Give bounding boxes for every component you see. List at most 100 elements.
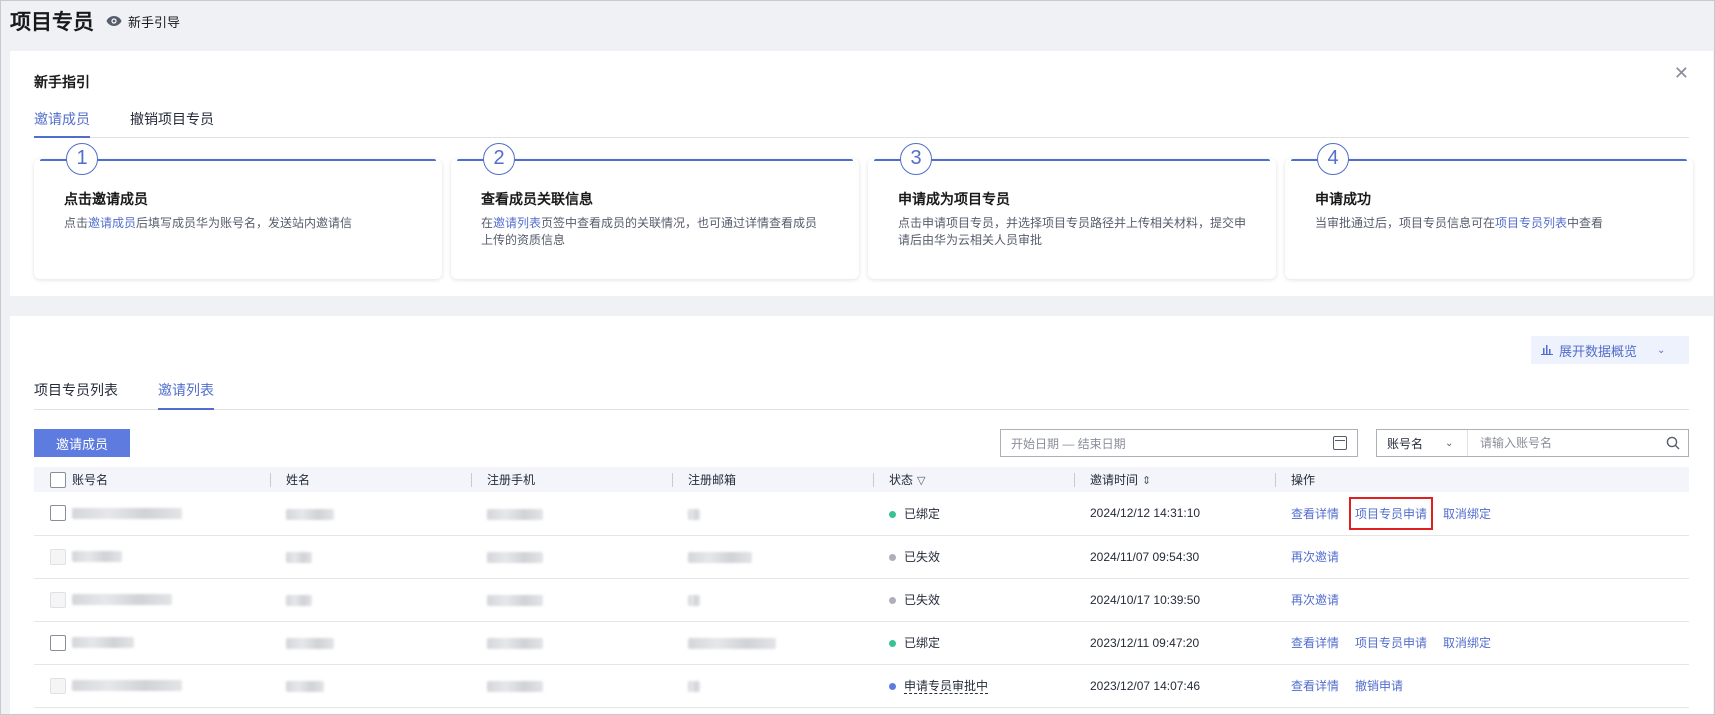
- step-title: 查看成员关联信息: [481, 191, 593, 207]
- masked-account: [72, 507, 182, 519]
- close-icon[interactable]: ✕: [1674, 63, 1689, 83]
- step-card: 2 查看成员关联信息 在邀请列表页签中查看成员的关联情况，也可通过详情查看成员上…: [451, 143, 859, 279]
- col-name: 姓名: [270, 467, 471, 492]
- step-number: 1: [66, 143, 98, 175]
- row-action-link[interactable]: 再次邀请: [1291, 591, 1339, 608]
- table-header-row: 账号名 姓名 注册手机 注册邮箱 状态 ▽ 邀请时间 ⇕ 操作: [34, 467, 1689, 492]
- step-top-line: [457, 159, 853, 161]
- page-title: 项目专员: [10, 11, 94, 34]
- status-dot: [889, 597, 896, 605]
- row-action-link[interactable]: 项目专员申请: [1355, 634, 1427, 651]
- masked-account: [72, 637, 134, 648]
- masked-account: [72, 680, 182, 691]
- sort-icon[interactable]: ⇕: [1142, 475, 1151, 487]
- cell-invite-time: 2024/10/17 10:39:50: [1090, 592, 1201, 607]
- status-dot: [889, 554, 896, 562]
- cell-invite-time: 2024/12/12 14:31:10: [1090, 506, 1201, 521]
- status-badge: 申请专员审批中: [904, 679, 989, 694]
- cell-actions: 查看详情 撤销申请: [1275, 664, 1689, 707]
- guide-link[interactable]: 新手引导: [106, 12, 180, 31]
- guide-heading: 新手指引: [34, 74, 90, 90]
- cell-name: [270, 535, 471, 578]
- guide-link-label: 新手引导: [128, 14, 181, 30]
- step-description: 在邀请列表页签中查看成员的关联情况，也可通过详情查看成员上传的资质信息: [481, 216, 818, 247]
- list-card: 展开数据概览 ⌄ 项目专员列表 邀请列表 邀请成员 开始日期 — 结束日期 账号…: [10, 316, 1713, 715]
- calendar-icon: [1333, 436, 1347, 450]
- step-top-line: [874, 159, 1270, 161]
- search-input[interactable]: [1468, 436, 1658, 450]
- step-link[interactable]: 项目专员列表: [1495, 216, 1567, 230]
- tab-specialist-list[interactable]: 项目专员列表: [34, 380, 118, 410]
- row-action-link[interactable]: 取消绑定: [1443, 505, 1491, 522]
- masked-email: [688, 637, 776, 649]
- masked-email: [688, 551, 752, 563]
- cell-email: [672, 535, 873, 578]
- masked-phone: [487, 594, 543, 606]
- cell-invite-time: 2023/12/11 09:47:20: [1090, 635, 1200, 650]
- cell-status: 已绑定: [873, 621, 1074, 664]
- masked-phone: [487, 637, 543, 649]
- step-title: 点击邀请成员: [64, 191, 148, 207]
- row-action-link[interactable]: 查看详情: [1291, 677, 1339, 694]
- masked-name: [286, 637, 334, 649]
- status-badge: 已失效: [904, 550, 941, 564]
- tab-invite-list[interactable]: 邀请列表: [158, 380, 214, 410]
- cell-phone: [471, 621, 672, 664]
- row-action-link[interactable]: 查看详情: [1291, 505, 1339, 522]
- cell-status: 已失效: [873, 578, 1074, 621]
- step-description: 当审批通过后，项目专员信息可在项目专员列表中查看: [1315, 216, 1604, 230]
- row-action-link[interactable]: 撤销申请: [1355, 677, 1403, 694]
- status-dot: [889, 683, 896, 691]
- expand-overview-button[interactable]: 展开数据概览 ⌄: [1531, 336, 1689, 364]
- masked-name: [286, 551, 312, 563]
- cell-name: [270, 492, 471, 535]
- masked-name: [286, 594, 312, 606]
- col-actions: 操作: [1275, 467, 1689, 492]
- status-dot: [889, 640, 896, 648]
- date-range-picker[interactable]: 开始日期 — 结束日期: [1000, 429, 1358, 457]
- step-number: 4: [1317, 143, 1349, 175]
- tab-invite-member[interactable]: 邀请成员: [34, 109, 90, 138]
- cell-phone: [471, 492, 672, 535]
- cell-account: [34, 578, 270, 621]
- masked-account: [72, 594, 172, 605]
- row-checkbox[interactable]: [50, 505, 66, 522]
- search-icon[interactable]: [1658, 436, 1688, 450]
- step-number: 2: [483, 143, 515, 175]
- step-link[interactable]: 邀请列表: [493, 216, 541, 230]
- status-badge: 已绑定: [904, 636, 941, 650]
- row-checkbox: [50, 677, 66, 694]
- step-card: 1 点击邀请成员 点击邀请成员后填写成员华为账号名，发送站内邀请信: [34, 143, 442, 279]
- row-action-link[interactable]: 取消绑定: [1443, 634, 1491, 651]
- step-top-line: [40, 159, 436, 161]
- step-link[interactable]: 邀请成员: [88, 216, 136, 230]
- cell-name: [270, 664, 471, 707]
- cell-phone: [471, 535, 672, 578]
- col-account: 账号名: [34, 467, 270, 492]
- status-badge: 已绑定: [904, 506, 941, 521]
- cell-account: [34, 621, 270, 664]
- invite-member-button[interactable]: 邀请成员: [34, 429, 130, 457]
- tab-revoke-specialist[interactable]: 撤销项目专员: [130, 109, 214, 138]
- cell-invite-time: 2024/11/07 09:54:30: [1090, 549, 1200, 564]
- cell-email: [672, 621, 873, 664]
- row-action-link[interactable]: 再次邀请: [1291, 548, 1339, 565]
- row-checkbox: [50, 548, 66, 565]
- guide-card: ✕ 新手指引 邀请成员 撤销项目专员 1 点击邀请成员 点击邀请成员后填写成员华…: [10, 51, 1713, 296]
- cell-phone: [471, 664, 672, 707]
- filter-icon[interactable]: ▽: [917, 475, 925, 487]
- step-title: 申请成功: [1315, 191, 1371, 207]
- search-field-select[interactable]: 账号名 ⌄: [1377, 430, 1468, 456]
- row-checkbox[interactable]: [50, 634, 66, 651]
- row-action-link[interactable]: 项目专员申请: [1349, 496, 1434, 530]
- select-all-checkbox[interactable]: [50, 472, 66, 489]
- col-phone: 注册手机: [471, 467, 672, 492]
- masked-email: [688, 508, 700, 520]
- chevron-down-icon: ⌄: [1657, 344, 1666, 356]
- row-action-link[interactable]: 查看详情: [1291, 634, 1339, 651]
- step-number: 3: [900, 143, 932, 175]
- masked-phone: [487, 680, 543, 692]
- table-row: 已绑定 2023/12/11 09:47:20 查看详情 项目专员申请 取消绑定: [34, 621, 1689, 664]
- col-email: 注册邮箱: [672, 467, 873, 492]
- step-description: 点击申请项目专员，并选择项目专员路径并上传相关材料，提交申请后由华为云相关人员审…: [898, 216, 1247, 247]
